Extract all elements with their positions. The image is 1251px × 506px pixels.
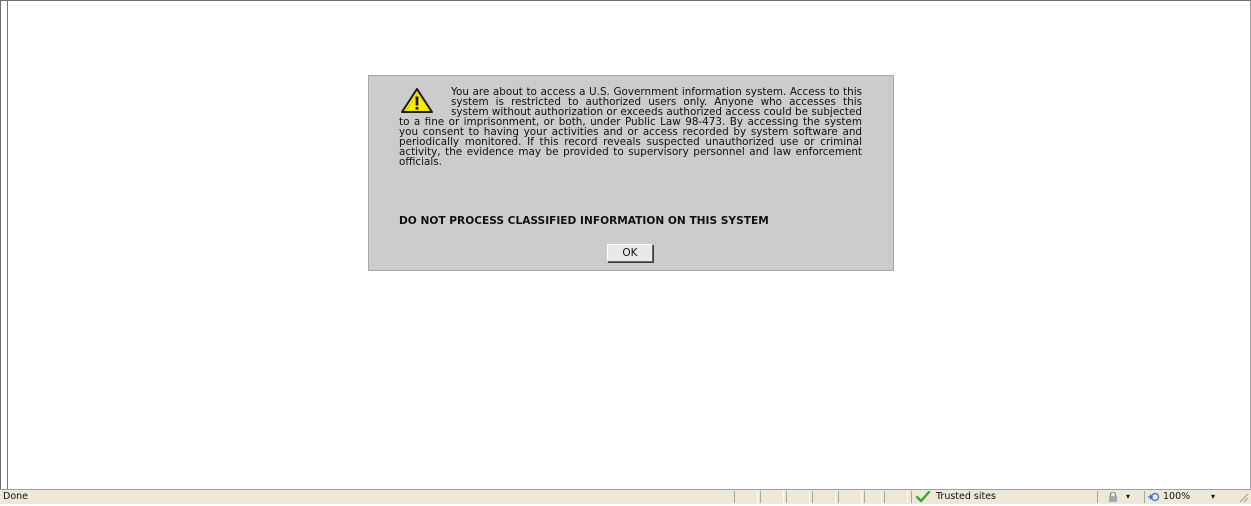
classified-notice: DO NOT PROCESS CLASSIFIED INFORMATION ON… xyxy=(399,215,769,227)
browser-viewport: You are about to access a U.S. Governmen… xyxy=(0,0,1251,490)
status-text: Done xyxy=(3,491,28,502)
protected-mode-button[interactable]: ▾ xyxy=(1097,491,1141,503)
viewport-divider xyxy=(7,1,8,490)
ok-button[interactable]: OK xyxy=(607,244,653,262)
status-panel xyxy=(838,491,862,503)
checkmark-icon xyxy=(915,490,931,503)
security-warning-dialog: You are about to access a U.S. Governmen… xyxy=(368,75,894,271)
zoom-level: 100% xyxy=(1163,491,1191,502)
chevron-down-icon: ▾ xyxy=(1126,492,1131,501)
zoom-button[interactable]: 100% ▾ xyxy=(1144,491,1228,503)
resize-grip-icon[interactable] xyxy=(1238,492,1249,503)
status-panel xyxy=(734,491,758,503)
lock-icon xyxy=(1106,491,1120,505)
status-bar: Done Trusted sites ▾ 100% ▾ xyxy=(0,489,1251,504)
warning-message: You are about to access a U.S. Governmen… xyxy=(399,86,862,169)
zone-label: Trusted sites xyxy=(936,491,997,502)
status-panel xyxy=(786,491,810,503)
zoom-icon xyxy=(1148,492,1160,505)
status-panel xyxy=(884,491,908,503)
security-zone-indicator[interactable]: Trusted sites xyxy=(911,490,1086,503)
chevron-down-icon: ▾ xyxy=(1211,492,1216,501)
status-panel xyxy=(864,491,882,503)
status-panel xyxy=(760,491,784,503)
status-panel xyxy=(812,491,836,503)
